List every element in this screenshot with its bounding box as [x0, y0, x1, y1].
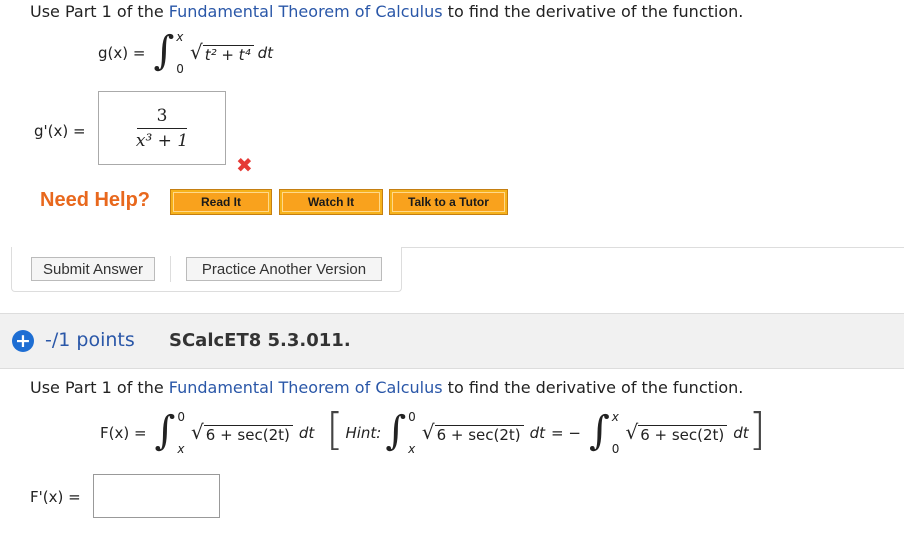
hint-close-bracket: ]: [748, 404, 766, 455]
q1-instructions: Use Part 1 of the Fundamental Theorem of…: [30, 2, 743, 21]
hint-lower-limit-1: x: [408, 442, 416, 456]
hint-sqrt-2: √ 6 + sec(2t): [625, 420, 728, 444]
expand-plus-icon[interactable]: +: [12, 330, 34, 352]
q2-deriv-label: F'(x) =: [30, 488, 81, 506]
integral-sign: ∫: [385, 408, 407, 454]
hint-dt-1: dt: [529, 424, 546, 442]
sqrt-icon: √: [191, 420, 204, 444]
q2-radicand: 6 + sec(2t): [203, 425, 293, 444]
q1-lower-limit: 0: [176, 62, 184, 76]
hint-upper-limit-1: 0: [408, 410, 416, 424]
read-it-label: Read It: [173, 192, 269, 212]
q2-instructions: Use Part 1 of the Fundamental Theorem of…: [30, 378, 743, 397]
sqrt-icon: √: [625, 420, 639, 444]
q2-limits: 0 x: [177, 410, 185, 456]
q2-function: F(x) = ∫ 0 x √ 6 + sec(2t) dt [ Hint: ∫ …: [100, 404, 766, 457]
q2-lower-limit: x: [177, 442, 185, 456]
hint-label: Hint:: [345, 424, 382, 442]
q2-dt: dt: [298, 424, 315, 442]
hint-upper-limit-2: x: [611, 410, 619, 424]
watch-it-button[interactable]: Watch It: [279, 189, 383, 215]
panel-divider: [402, 247, 904, 248]
integral-sign: ∫: [153, 28, 175, 74]
ftc-link[interactable]: Fundamental Theorem of Calculus: [169, 2, 443, 21]
hint-sqrt-1: √ 6 + sec(2t): [422, 422, 524, 444]
need-help-label: Need Help?: [40, 189, 151, 211]
integral-sign: ∫: [588, 408, 610, 454]
q2-upper-limit: 0: [177, 410, 186, 424]
hint-dt-2: dt: [733, 424, 749, 442]
button-separator: [170, 256, 171, 282]
q1-limits: x 0: [176, 30, 184, 76]
read-it-button[interactable]: Read It: [170, 189, 272, 215]
ftc-link-2[interactable]: Fundamental Theorem of Calculus: [169, 378, 443, 397]
talk-to-tutor-button[interactable]: Talk to a Tutor: [389, 189, 508, 215]
hint-lower-limit-2: 0: [611, 442, 620, 456]
q1-upper-limit: x: [176, 30, 184, 44]
hint-radicand-1: 6 + sec(2t): [434, 425, 524, 444]
q1-instr-text: Use Part 1 of the: [30, 2, 169, 21]
q1-answer-numerator: 3: [156, 105, 168, 126]
q1-deriv-label: g'(x) =: [34, 122, 86, 140]
q2-sqrt: √ 6 + sec(2t): [191, 422, 293, 444]
q2-instr-text-end: to find the derivative of the function.: [442, 378, 744, 397]
q1-radicand: t² + t⁴: [202, 45, 254, 64]
integral-sign: ∫: [154, 408, 176, 454]
q2-fn-label: F(x) =: [100, 424, 147, 442]
q1-instr-text-end: to find the derivative of the function.: [442, 2, 744, 21]
hint-radicand-2: 6 + sec(2t): [638, 425, 728, 444]
q2-answer-input[interactable]: [93, 474, 220, 518]
q1-fn-label: g(x) =: [98, 44, 146, 62]
q1-function: g(x) = ∫ x 0 √ t² + t⁴ dt: [98, 30, 273, 76]
q1-answer-denominator: x³ + 1: [135, 130, 189, 151]
q2-question-id: SCalcET8 5.3.011.: [169, 330, 351, 351]
incorrect-icon: ✖: [236, 153, 253, 177]
practice-another-version-button[interactable]: Practice Another Version: [186, 257, 382, 281]
q1-dt: dt: [257, 44, 273, 62]
hint-open-bracket: [: [326, 404, 344, 455]
q1-answer-box[interactable]: 3 x³ + 1: [98, 91, 226, 165]
hint-equals: = −: [551, 424, 581, 442]
hint-limits-1: 0 x: [408, 410, 416, 456]
sqrt-icon: √: [421, 420, 435, 444]
q1-answer-fraction: 3 x³ + 1: [136, 106, 188, 151]
q2-header: [0, 313, 904, 369]
submit-answer-button[interactable]: Submit Answer: [31, 257, 155, 281]
sqrt-icon: √: [189, 40, 203, 64]
hint-limits-2: x 0: [612, 410, 620, 456]
q2-points: -/1 points: [45, 329, 135, 351]
watch-it-label: Watch It: [282, 192, 380, 212]
q2-instr-text: Use Part 1 of the: [30, 378, 169, 397]
talk-to-tutor-label: Talk to a Tutor: [392, 192, 505, 212]
q1-sqrt: √ t² + t⁴: [190, 42, 254, 64]
